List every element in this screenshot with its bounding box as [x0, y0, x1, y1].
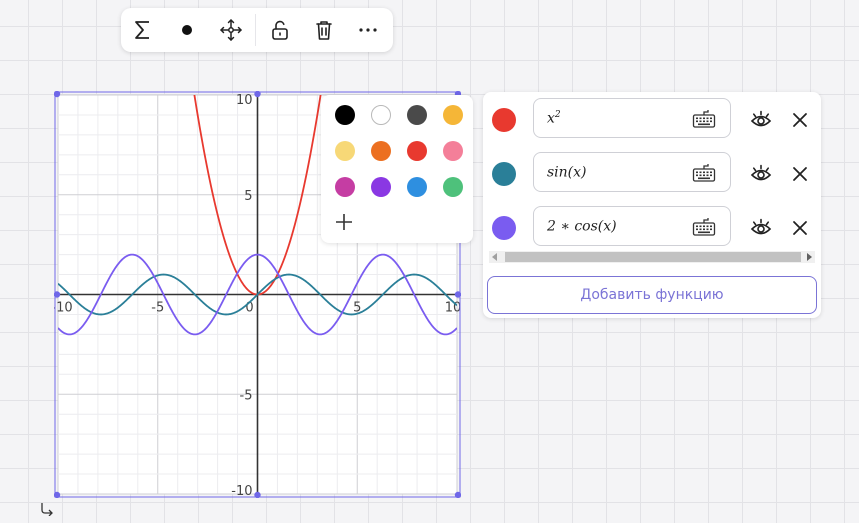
function-input[interactable]: sin(x): [533, 152, 731, 192]
color-swatch[interactable]: [407, 141, 427, 161]
more-icon: [359, 28, 377, 32]
color-swatch[interactable]: [443, 141, 463, 161]
expression-base: 2 ∗ cos(x): [547, 218, 617, 235]
horizontal-scrollbar[interactable]: [489, 251, 815, 263]
y-tick-label: 10: [236, 93, 253, 108]
expression-base: x: [547, 110, 555, 127]
add-function-button[interactable]: Добавить функцию: [487, 276, 817, 314]
y-tick-label: -10: [231, 484, 252, 498]
scroll-left-icon[interactable]: [492, 253, 497, 261]
close-icon[interactable]: [791, 111, 809, 129]
expression-superscript: 2: [554, 110, 561, 120]
resize-handle[interactable]: [454, 291, 461, 298]
function-row: sin(x): [483, 152, 821, 196]
function-expression: x2: [547, 110, 561, 127]
resize-handle[interactable]: [254, 91, 261, 98]
plus-icon[interactable]: [335, 213, 353, 231]
more-button[interactable]: [346, 8, 390, 52]
unlock-icon: [272, 20, 288, 40]
color-swatch[interactable]: [371, 141, 391, 161]
resize-handle-icon[interactable]: [39, 500, 55, 516]
sum-icon: [135, 21, 149, 39]
function-expression: 2 ∗ cos(x): [547, 218, 617, 235]
color-swatch[interactable]: [443, 177, 463, 197]
function-row: x2: [483, 98, 821, 142]
color-swatch[interactable]: [335, 105, 355, 125]
color-palette: [321, 95, 473, 243]
function-expression: sin(x): [547, 164, 587, 181]
toolbar-divider: [255, 14, 256, 46]
color-swatch[interactable]: [371, 177, 391, 197]
function-input[interactable]: 2 ∗ cos(x): [533, 206, 731, 246]
visibility-eye-icon[interactable]: [750, 163, 772, 185]
functions-panel: x2 sin(x) 2 ∗ cos(x) Добавить функцию: [483, 92, 821, 318]
formula-button[interactable]: [121, 8, 165, 52]
function-input[interactable]: x2: [533, 98, 731, 138]
y-tick-label: -5: [240, 388, 253, 403]
close-icon[interactable]: [791, 165, 809, 183]
close-icon[interactable]: [791, 219, 809, 237]
function-color-dot[interactable]: [492, 108, 516, 132]
point-icon: [182, 25, 192, 35]
resize-handle[interactable]: [254, 491, 261, 498]
color-swatch[interactable]: [335, 177, 355, 197]
move-button[interactable]: [209, 8, 253, 52]
color-swatch[interactable]: [443, 105, 463, 125]
scroll-right-icon[interactable]: [807, 253, 812, 261]
function-color-dot[interactable]: [492, 162, 516, 186]
color-swatch[interactable]: [371, 105, 391, 125]
visibility-eye-icon[interactable]: [750, 217, 772, 239]
scrollbar-thumb[interactable]: [505, 252, 801, 262]
keyboard-icon[interactable]: [692, 217, 716, 237]
function-color-dot[interactable]: [492, 216, 516, 240]
x-tick-label: -10: [54, 301, 73, 316]
color-swatch[interactable]: [407, 177, 427, 197]
keyboard-icon[interactable]: [692, 109, 716, 129]
color-swatch[interactable]: [335, 141, 355, 161]
x-tick-label: -5: [151, 301, 164, 316]
expression-base: sin(x): [547, 164, 587, 181]
function-row: 2 ∗ cos(x): [483, 206, 821, 250]
keyboard-icon[interactable]: [692, 163, 716, 183]
delete-button[interactable]: [302, 8, 346, 52]
trash-icon: [316, 21, 332, 40]
point-button[interactable]: [165, 8, 209, 52]
graph-toolbar: [121, 8, 393, 52]
color-swatch[interactable]: [407, 105, 427, 125]
visibility-eye-icon[interactable]: [750, 109, 772, 131]
y-tick-label: 5: [244, 189, 252, 204]
lock-button[interactable]: [258, 8, 302, 52]
resize-handle[interactable]: [54, 291, 61, 298]
move-icon: [220, 19, 242, 41]
